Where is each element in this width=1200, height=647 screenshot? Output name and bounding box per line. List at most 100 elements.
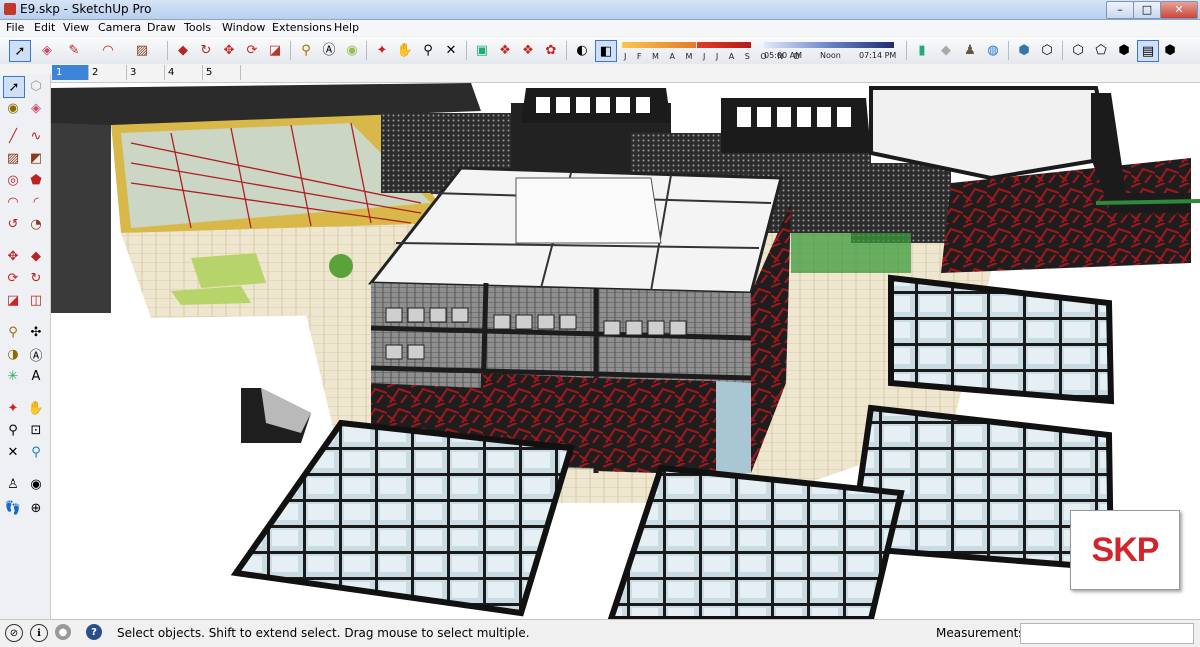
paint-bucket-icon[interactable]: ◉	[342, 40, 362, 60]
top-view-icon[interactable]: ⬡	[1037, 40, 1057, 60]
menu-draw[interactable]: Draw	[147, 21, 176, 34]
status-bar: ⊘ ℹ ● ? Select objects. Shift to extend …	[0, 619, 1200, 647]
component-icon[interactable]: ⬡	[26, 76, 46, 96]
menu-extensions[interactable]: Extensions	[272, 21, 332, 34]
arc-icon[interactable]: ◠	[98, 40, 118, 60]
credits-icon[interactable]: ℹ	[30, 624, 48, 642]
arc-3pt-icon[interactable]: ↺	[3, 214, 23, 234]
tab-scene-3[interactable]: 3	[126, 65, 165, 80]
menu-file[interactable]: File	[6, 21, 24, 34]
close-button[interactable]: ✕	[1160, 1, 1198, 19]
line-icon[interactable]: ╱	[3, 126, 23, 146]
pencil-icon[interactable]: ✎	[64, 40, 84, 60]
zoom-icon[interactable]: ⚲	[3, 420, 23, 440]
geo-status-icon[interactable]: ⊘	[5, 624, 23, 642]
measurements-input[interactable]	[1020, 623, 1194, 644]
tape-measure-icon[interactable]: ⚲	[296, 40, 316, 60]
menu-edit[interactable]: Edit	[34, 21, 55, 34]
rotate-icon[interactable]: ⟳	[242, 40, 262, 60]
freehand-icon[interactable]: ∿	[26, 126, 46, 146]
position-camera-icon[interactable]: ♙	[3, 474, 23, 494]
shadow-time-slider[interactable]	[764, 42, 894, 48]
tab-scene-4[interactable]: 4	[164, 65, 203, 80]
model-viewport[interactable]	[51, 83, 1200, 619]
orbit-icon[interactable]: ✦	[3, 398, 23, 418]
text-icon[interactable]: Ⓐ	[319, 40, 339, 60]
previous-view-icon[interactable]: ⚲	[26, 442, 46, 462]
axes-icon[interactable]: ✳	[3, 366, 23, 386]
look-around-icon[interactable]: ◉	[26, 474, 46, 494]
follow-me-icon[interactable]: ↻	[196, 40, 216, 60]
monochrome-icon[interactable]: ⬢	[1160, 40, 1180, 60]
maximize-button[interactable]: □	[1133, 1, 1161, 19]
zoom-extents-icon[interactable]: ✕	[441, 40, 461, 60]
push-pull-icon[interactable]: ◆	[26, 246, 46, 266]
menu-help[interactable]: Help	[334, 21, 359, 34]
extension-warehouse-icon[interactable]: ✿	[541, 40, 561, 60]
menu-window[interactable]: Window	[222, 21, 265, 34]
hidden-line-icon[interactable]: ⬢	[1114, 40, 1134, 60]
scenes-icon[interactable]: ▮	[912, 40, 932, 60]
dimension-icon[interactable]: ✣	[26, 322, 46, 342]
move-icon[interactable]: ✥	[3, 246, 23, 266]
circle-icon[interactable]: ◎	[3, 170, 23, 190]
push-pull-icon[interactable]: ◆	[173, 40, 193, 60]
pan-icon[interactable]: ✋	[395, 40, 415, 60]
eraser-icon[interactable]: ◈	[37, 40, 57, 60]
fog-icon[interactable]: ◧	[595, 40, 617, 62]
text-icon[interactable]: Ⓐ	[26, 344, 46, 364]
orbit-icon[interactable]: ✦	[372, 40, 392, 60]
shape-icon[interactable]: ▨	[132, 40, 152, 60]
wireframe-icon[interactable]: ⬠	[1091, 40, 1111, 60]
eraser-icon[interactable]: ◈	[26, 98, 46, 118]
iso-view-icon[interactable]: ⬢	[1014, 40, 1034, 60]
geo-location-icon[interactable]: ◍	[983, 40, 1003, 60]
shadow-date-slider-end[interactable]	[697, 42, 751, 48]
instructor-icon[interactable]: ?	[86, 624, 102, 640]
move-icon[interactable]: ✥	[219, 40, 239, 60]
shaded-icon[interactable]: ▤	[1137, 40, 1159, 62]
zoom-window-icon[interactable]: ⊡	[26, 420, 46, 440]
components-icon[interactable]: ▣	[472, 40, 492, 60]
minimize-button[interactable]: –	[1106, 1, 1134, 19]
walk-icon[interactable]: ♟	[960, 40, 980, 60]
menu-bar: File Edit View Camera Draw Tools Window …	[0, 20, 1200, 36]
shadows-icon[interactable]: ◐	[572, 40, 592, 60]
select-icon[interactable]: ➚	[3, 76, 25, 98]
protractor-icon[interactable]: ◑	[3, 344, 23, 364]
time-noon: Noon	[820, 51, 841, 60]
rectangle-icon[interactable]: ▨	[3, 148, 23, 168]
shadow-date-slider[interactable]	[622, 42, 696, 48]
follow-me-icon[interactable]: ↻	[26, 268, 46, 288]
zoom-icon[interactable]: ⚲	[418, 40, 438, 60]
extension-icon[interactable]: ❖	[518, 40, 538, 60]
select-icon[interactable]: ➚	[9, 40, 31, 62]
offset-icon[interactable]: ◫	[26, 290, 46, 310]
zoom-extents-icon[interactable]: ✕	[3, 442, 23, 462]
pie-icon[interactable]: ◔	[26, 214, 46, 234]
rotated-rect-icon[interactable]: ◩	[26, 148, 46, 168]
walk-icon[interactable]: 👣	[3, 498, 23, 518]
scale-icon[interactable]: ◪	[3, 290, 23, 310]
section-plane-icon[interactable]: ⊕	[26, 498, 46, 518]
user-icon[interactable]: ●	[55, 624, 71, 640]
menu-tools[interactable]: Tools	[184, 21, 211, 34]
tab-scene-5[interactable]: 5	[202, 65, 241, 80]
tab-scene-2[interactable]: 2	[88, 65, 127, 80]
3d-warehouse-icon[interactable]: ❖	[495, 40, 515, 60]
tape-icon[interactable]: ⚲	[3, 322, 23, 342]
rotate-icon[interactable]: ⟳	[3, 268, 23, 288]
arc-icon[interactable]: ◠	[3, 192, 23, 212]
styles-icon[interactable]: ◆	[936, 40, 956, 60]
window-title: E9.skp - SketchUp Pro	[20, 2, 152, 16]
pan-icon[interactable]: ✋	[26, 398, 46, 418]
menu-camera[interactable]: Camera	[98, 21, 141, 34]
offset-icon[interactable]: ◪	[265, 40, 285, 60]
paint-icon[interactable]: ◉	[3, 98, 23, 118]
3d-text-icon[interactable]: A	[26, 366, 46, 386]
arc-2pt-icon[interactable]: ◜	[26, 192, 46, 212]
polygon-icon[interactable]: ⬟	[26, 170, 46, 190]
menu-view[interactable]: View	[63, 21, 89, 34]
x-ray-icon[interactable]: ⬡	[1068, 40, 1088, 60]
tab-scene-1[interactable]: 1	[52, 65, 89, 80]
